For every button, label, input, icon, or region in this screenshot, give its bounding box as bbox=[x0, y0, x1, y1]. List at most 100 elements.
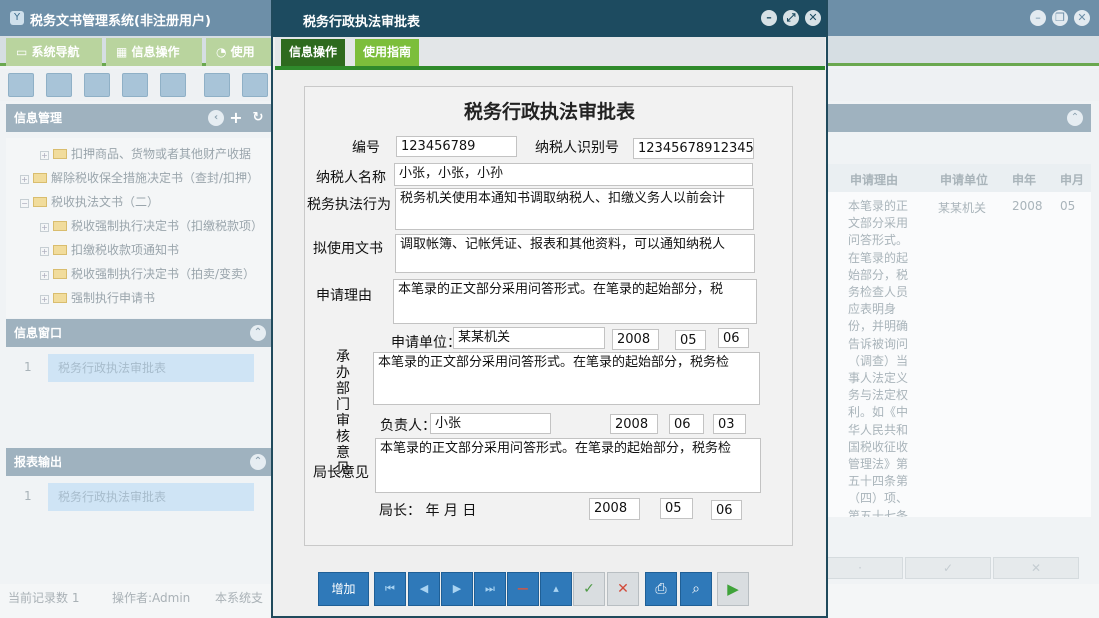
approval-form: 税务行政执法审批表 编号 123456789 纳税人识别号 1234567891… bbox=[304, 86, 793, 546]
apply-day-field[interactable]: 06 bbox=[718, 328, 749, 348]
list-item[interactable]: 税务行政执法审批表 bbox=[48, 483, 254, 511]
grid-cell-unit: 某某机关 bbox=[938, 201, 987, 215]
collapse-icon[interactable]: ⌃ bbox=[1067, 110, 1083, 126]
enforcement-action-label: 税务执法行为 bbox=[307, 197, 391, 213]
reason-field[interactable]: 本笔录的正文部分采用问答形式。在笔录的起始部分，税 bbox=[393, 279, 757, 324]
apply-unit-field[interactable]: 某某机关 bbox=[453, 327, 605, 349]
users-icon[interactable] bbox=[122, 73, 148, 97]
list-item-num: 1 bbox=[24, 489, 32, 503]
person-in-charge-label: 负责人： bbox=[380, 418, 436, 434]
document-icon[interactable] bbox=[46, 73, 72, 97]
grid-cell-reason: 本笔录的正文部分采用问答形式。在笔录的起始部分，税务检查人员应表明身份，并明确告… bbox=[848, 199, 909, 517]
folder-icon bbox=[33, 197, 47, 207]
first-record-icon[interactable]: ⏮ bbox=[374, 572, 406, 606]
page-icon[interactable] bbox=[84, 73, 110, 97]
dept-year-field[interactable]: 2008 bbox=[610, 414, 658, 434]
tab-usage[interactable]: ◔ 使用 bbox=[206, 38, 272, 66]
dot-button[interactable]: · bbox=[817, 557, 903, 579]
apply-month-field[interactable]: 05 bbox=[675, 330, 706, 350]
table-row[interactable]: 本笔录的正文部分采用问答形式。在笔录的起始部分，税务检查人员应表明身份，并明确告… bbox=[828, 192, 1091, 517]
screen-icon[interactable] bbox=[160, 73, 186, 97]
document-use-field[interactable]: 调取帐簿、记帐凭证、报表和其他资料，可以通知纳税人 bbox=[395, 234, 755, 273]
add-button[interactable]: 增加 bbox=[318, 572, 369, 606]
back-icon[interactable]: ‹ bbox=[208, 110, 224, 126]
app-logo-icon: Y bbox=[10, 11, 24, 25]
folder-icon bbox=[53, 269, 67, 279]
expand-icon[interactable]: + bbox=[40, 151, 49, 160]
grid-cell-month: 05 bbox=[1060, 199, 1076, 213]
director-label: 局长： 年 月 日 bbox=[379, 503, 477, 519]
dialog-titlebar: 税务行政执法审批表 – ⤢ ✕ bbox=[273, 0, 826, 37]
approval-dialog: 税务行政执法审批表 – ⤢ ✕ 信息操作 使用指南 税务行政执法审批表 编号 1… bbox=[271, 0, 828, 618]
person-in-charge-field[interactable]: 小张 bbox=[430, 413, 551, 434]
doc-tree: + 扣押商品、货物或者其他财产收据 + 解除税收保全措施决定书（查封/扣押） − 税收… bbox=[6, 138, 272, 318]
restore-icon[interactable]: ❐ bbox=[1052, 10, 1068, 26]
enforcement-action-field[interactable]: 税务机关使用本通知书调取纳税人、扣缴义务人以前会计 bbox=[395, 188, 754, 230]
form-title: 税务行政执法审批表 bbox=[463, 101, 635, 123]
last-record-icon[interactable]: ⏭ bbox=[474, 572, 506, 606]
expand-icon[interactable]: + bbox=[40, 247, 49, 256]
add-icon[interactable]: + bbox=[228, 110, 244, 126]
tab-info-ops[interactable]: 信息操作 bbox=[281, 39, 346, 66]
tab-info-ops[interactable]: ▦ 信息操作 bbox=[106, 38, 202, 66]
prev-record-icon[interactable]: ◀ bbox=[408, 572, 440, 606]
number-field[interactable]: 123456789 bbox=[396, 136, 517, 157]
help-icon: ◔ bbox=[216, 45, 231, 59]
edit-icon[interactable]: ▴ bbox=[540, 572, 572, 606]
confirm-button[interactable]: ✓ bbox=[905, 557, 991, 579]
run-icon[interactable]: ▶ bbox=[717, 572, 749, 606]
collapse-icon[interactable]: ⌃ bbox=[250, 325, 266, 341]
apply-year-field[interactable]: 2008 bbox=[612, 329, 659, 350]
print-icon[interactable] bbox=[242, 73, 268, 97]
tab-system-nav[interactable]: ▭ 系统导航 bbox=[6, 38, 102, 66]
dialog-toolbar: 增加 ⏮ ◀ ▶ ⏭ − ▴ ✓ ✕ ⎙ ⌕ ▶ bbox=[273, 560, 826, 618]
export-icon[interactable] bbox=[204, 73, 230, 97]
info-mgmt-header: 信息管理 ‹ + ↻ bbox=[6, 104, 272, 132]
save-icon[interactable]: ✓ bbox=[573, 572, 605, 606]
close-icon[interactable]: ✕ bbox=[805, 10, 821, 26]
taxpayer-id-field[interactable]: 123456789123456 bbox=[633, 138, 754, 159]
director-month-field[interactable]: 05 bbox=[660, 498, 693, 519]
tree-item[interactable]: + 解除税收保全措施决定书（查封/扣押） bbox=[20, 169, 259, 186]
collapse-icon[interactable]: ⌃ bbox=[250, 454, 266, 470]
refresh-icon[interactable]: ↻ bbox=[250, 110, 266, 126]
folder-icon bbox=[33, 173, 47, 183]
director-opinion-field[interactable]: 本笔录的正文部分采用问答形式。在笔录的起始部分，税务检 bbox=[375, 438, 761, 493]
print-icon[interactable]: ⎙ bbox=[645, 572, 677, 606]
info-window-header: 信息窗口 ⌃ bbox=[6, 319, 272, 347]
tree-item[interactable]: + 扣押商品、货物或者其他财产收据 bbox=[40, 145, 251, 162]
delete-icon[interactable]: − bbox=[507, 572, 539, 606]
expand-icon[interactable]: + bbox=[40, 271, 49, 280]
search-icon[interactable] bbox=[8, 73, 34, 97]
dept-day-field[interactable]: 03 bbox=[713, 414, 746, 434]
tree-item[interactable]: + 税收强制执行决定书（扣缴税款项） bbox=[40, 217, 263, 234]
director-year-field[interactable]: 2008 bbox=[589, 498, 640, 520]
dept-opinion-field[interactable]: 本笔录的正文部分采用问答形式。在笔录的起始部分，税务检 bbox=[373, 352, 760, 405]
director-day-field[interactable]: 06 bbox=[711, 500, 742, 520]
collapse-icon[interactable]: − bbox=[20, 199, 29, 208]
dept-month-field[interactable]: 06 bbox=[669, 414, 704, 434]
tree-item[interactable]: − 税收执法文书（二） bbox=[20, 193, 159, 210]
expand-icon[interactable]: + bbox=[20, 175, 29, 184]
cancel-button[interactable]: ✕ bbox=[993, 557, 1079, 579]
expand-icon[interactable]: + bbox=[40, 223, 49, 232]
minimize-icon[interactable]: – bbox=[761, 10, 777, 26]
folder-icon bbox=[53, 245, 67, 255]
grid-header: 申请理由 申请单位 申年 申月 bbox=[828, 164, 1091, 192]
tree-item[interactable]: + 扣缴税收款项通知书 bbox=[40, 241, 179, 258]
tree-item[interactable]: + 强制执行申请书 bbox=[40, 289, 155, 306]
preview-icon[interactable]: ⌕ bbox=[680, 572, 712, 606]
close-icon[interactable]: ✕ bbox=[1074, 10, 1090, 26]
cancel-icon[interactable]: ✕ bbox=[607, 572, 639, 606]
maximize-icon[interactable]: ⤢ bbox=[783, 10, 799, 26]
list-item-num: 1 bbox=[24, 360, 32, 374]
next-record-icon[interactable]: ▶ bbox=[441, 572, 473, 606]
monitor-icon: ▭ bbox=[16, 45, 32, 59]
taxpayer-name-field[interactable]: 小张，小张，小孙 bbox=[394, 163, 753, 186]
report-output-header: 报表输出 ⌃ bbox=[6, 448, 272, 476]
tab-usage-guide[interactable]: 使用指南 bbox=[355, 39, 420, 66]
tree-item[interactable]: + 税收强制执行决定书（拍卖/变卖） bbox=[40, 265, 255, 282]
minimize-icon[interactable]: – bbox=[1030, 10, 1046, 26]
list-item[interactable]: 税务行政执法审批表 bbox=[48, 354, 254, 382]
expand-icon[interactable]: + bbox=[40, 295, 49, 304]
